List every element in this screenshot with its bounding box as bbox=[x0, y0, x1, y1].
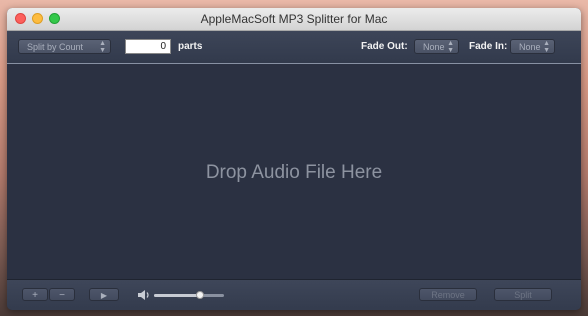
volume-slider-knob[interactable] bbox=[195, 291, 204, 299]
split-mode-popup[interactable]: Split by Count ▲ ▼ bbox=[18, 39, 111, 54]
audio-drop-zone[interactable]: Drop Audio File Here bbox=[7, 64, 581, 279]
up-down-arrows-icon: ▲ ▼ bbox=[447, 40, 454, 54]
split-button[interactable]: Split bbox=[494, 288, 552, 301]
speaker-icon[interactable] bbox=[137, 288, 151, 302]
parts-count-input[interactable]: 0 bbox=[125, 39, 171, 54]
up-down-arrows-icon: ▲ ▼ bbox=[543, 40, 550, 54]
up-down-arrows-icon: ▲ ▼ bbox=[99, 40, 106, 54]
volume-slider[interactable] bbox=[154, 291, 224, 299]
fade-in-popup[interactable]: None ▲ ▼ bbox=[510, 39, 555, 54]
drop-zone-label: Drop Audio File Here bbox=[205, 162, 383, 183]
parts-label: parts bbox=[178, 41, 203, 52]
fade-out-value: None bbox=[423, 42, 445, 52]
split-mode-value: Split by Count bbox=[27, 42, 84, 52]
fade-out-popup[interactable]: None ▲ ▼ bbox=[414, 39, 459, 54]
bottom-bar: + − ▶ Remove Split bbox=[7, 279, 581, 310]
remove-button[interactable]: Remove bbox=[419, 288, 477, 301]
fade-in-value: None bbox=[519, 42, 541, 52]
title-bar: AppleMacSoft MP3 Splitter for Mac bbox=[7, 8, 581, 31]
fade-out-label: Fade Out: bbox=[361, 41, 408, 52]
play-button[interactable]: ▶ bbox=[89, 288, 119, 301]
window-title: AppleMacSoft MP3 Splitter for Mac bbox=[200, 12, 388, 26]
add-file-button[interactable]: + bbox=[22, 288, 48, 301]
remove-file-button[interactable]: − bbox=[49, 288, 75, 301]
toolbar: Split by Count ▲ ▼ 0 parts Fade Out: None… bbox=[7, 31, 581, 64]
volume-slider-fill bbox=[154, 294, 200, 297]
fade-in-label: Fade In: bbox=[469, 41, 508, 52]
app-window: AppleMacSoft MP3 Splitter for Mac Split … bbox=[7, 8, 581, 310]
